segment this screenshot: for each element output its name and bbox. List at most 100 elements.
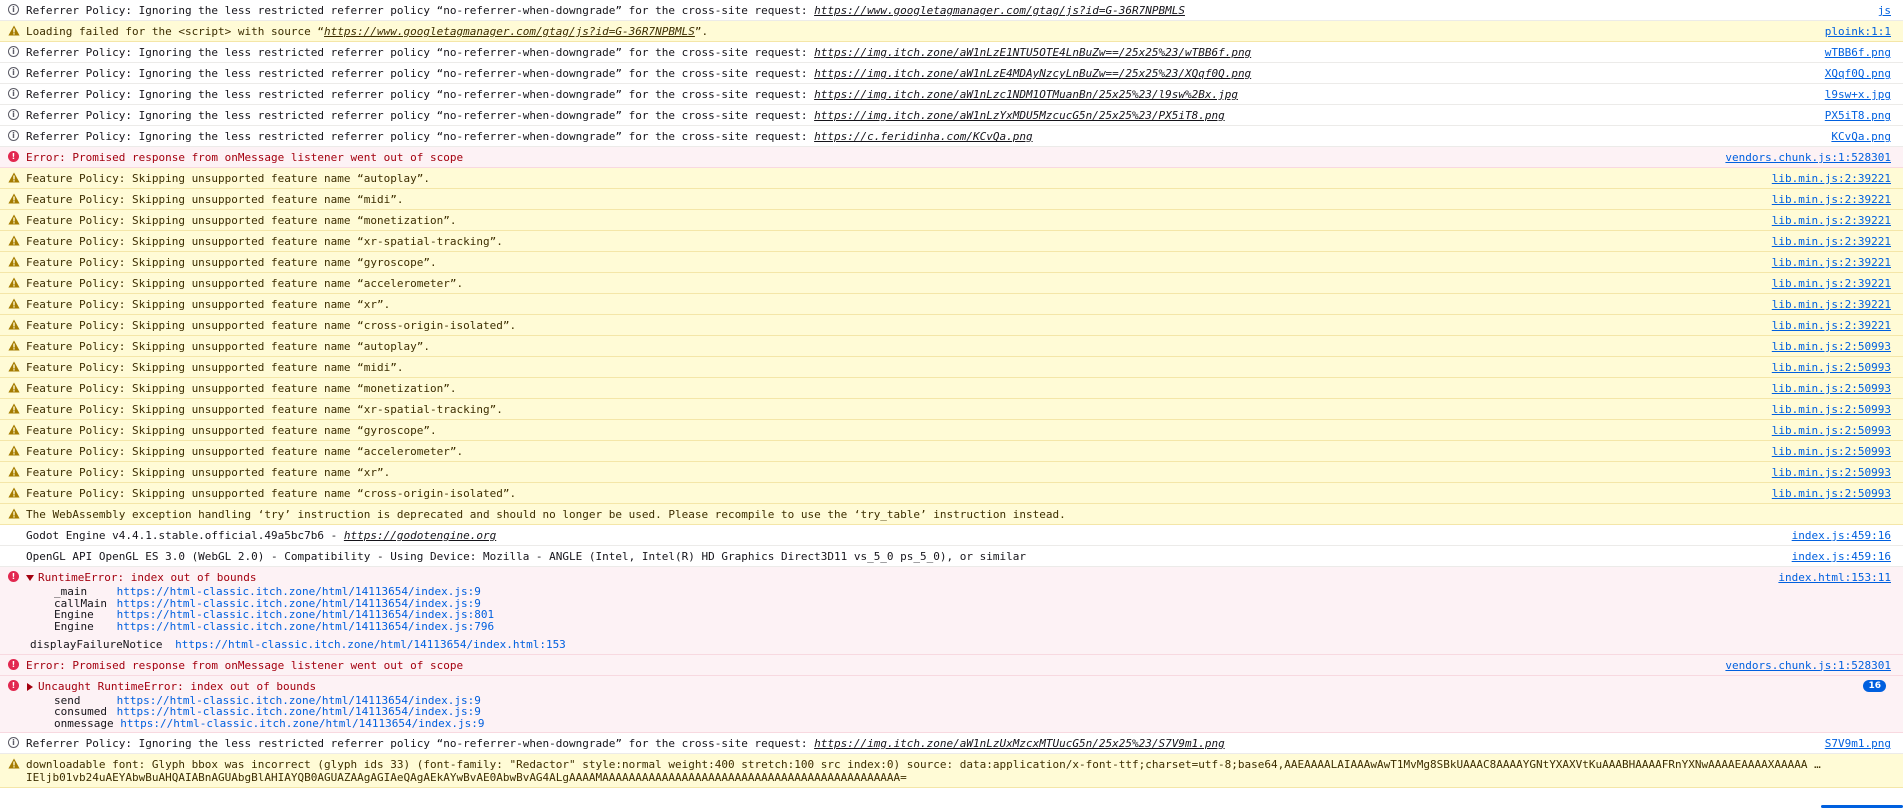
console-message-warn: Feature Policy: Skipping unsupported fea…: [0, 378, 1903, 399]
message-text: Feature Policy: Skipping unsupported fea…: [26, 487, 516, 500]
source-location-link[interactable]: lib.min.js:2:39221: [1765, 319, 1891, 332]
message-text: OpenGL API OpenGL ES 3.0 (WebGL 2.0) - C…: [26, 550, 1026, 563]
source-location-link[interactable]: lib.min.js:2:50993: [1765, 340, 1891, 353]
source-location-link[interactable]: lib.min.js:2:39221: [1765, 214, 1891, 227]
message-text: Feature Policy: Skipping unsupported fea…: [26, 298, 390, 311]
source-location-link[interactable]: index.html:153:11: [1772, 571, 1891, 584]
source-location-link[interactable]: lib.min.js:2:39221: [1765, 298, 1891, 311]
message-body: Feature Policy: Skipping unsupported fea…: [26, 340, 430, 353]
warning-icon: [8, 487, 20, 498]
console-message-info: i Referrer Policy: Ignoring the less rest…: [0, 126, 1903, 147]
source-location-link[interactable]: KCvQa.png: [1825, 130, 1891, 143]
console-message-warn: Feature Policy: Skipping unsupported fea…: [0, 399, 1903, 420]
source-location-link[interactable]: lib.min.js:2:50993: [1765, 466, 1891, 479]
source-location-link[interactable]: ploink:1:1: [1818, 25, 1891, 38]
source-location-link[interactable]: lib.min.js:2:50993: [1765, 424, 1891, 437]
console-message-info: i Referrer Policy: Ignoring the less rest…: [0, 733, 1903, 754]
message-body: Feature Policy: Skipping unsupported fea…: [26, 235, 503, 248]
source-location-link[interactable]: wTBB6f.png: [1819, 46, 1891, 59]
source-location-link[interactable]: lib.min.js:2:50993: [1765, 382, 1891, 395]
source-location-link[interactable]: lib.min.js:2:50993: [1765, 487, 1891, 500]
frame-function: consumed: [54, 705, 107, 718]
request-url-link[interactable]: https://www.googletagmanager.com/gtag/js…: [324, 25, 695, 38]
collapse-caret-icon[interactable]: [26, 575, 34, 581]
info-icon: i: [8, 4, 19, 15]
warning-icon: [8, 193, 20, 204]
message-text: The WebAssembly exception handling ‘try’…: [26, 508, 1066, 521]
source-location-link[interactable]: l9sw+x.jpg: [1819, 88, 1891, 101]
source-location-link[interactable]: lib.min.js:2:50993: [1765, 361, 1891, 374]
source-location-link[interactable]: index.js:459:16: [1786, 529, 1891, 542]
info-icon: i: [8, 67, 19, 78]
source-location-link[interactable]: vendors.chunk.js:1:528301: [1719, 658, 1891, 672]
console-message-warn: Feature Policy: Skipping unsupported fea…: [0, 168, 1903, 189]
source-location-link[interactable]: lib.min.js:2:39221: [1765, 193, 1891, 206]
console-message-log: OpenGL API OpenGL ES 3.0 (WebGL 2.0) - C…: [0, 546, 1903, 567]
message-body: Loading failed for the <script> with sou…: [26, 25, 325, 38]
message-body: Feature Policy: Skipping unsupported fea…: [26, 298, 391, 311]
source-location-link[interactable]: lib.min.js:2:39221: [1765, 235, 1891, 248]
source-location-link[interactable]: vendors.chunk.js:1:528301: [1719, 151, 1891, 164]
source-location-link[interactable]: PX5iT8.png: [1819, 109, 1891, 122]
message-text: Error: Promised response from onMessage …: [26, 151, 463, 164]
message-body: Feature Policy: Skipping unsupported fea…: [26, 445, 464, 458]
message-text: Referrer Policy: Ignoring the less restr…: [26, 88, 1238, 101]
message-body: Feature Policy: Skipping unsupported fea…: [26, 403, 503, 416]
frame-location-link[interactable]: https://html-classic.itch.zone/html/1411…: [120, 717, 484, 730]
error-icon: !: [8, 679, 19, 691]
console-message-info: i Referrer Policy: Ignoring the less rest…: [0, 84, 1903, 105]
request-url-link[interactable]: https://img.itch.zone/aW1nLzE1NTU5OTE4Ln…: [814, 46, 1251, 59]
source-location-link[interactable]: S7V9m1.png: [1819, 737, 1891, 750]
request-url-link[interactable]: https://img.itch.zone/aW1nLzUxMzcxMTUucG…: [814, 737, 1225, 750]
message-text: Referrer Policy: Ignoring the less restr…: [26, 109, 1225, 122]
warning-icon: [8, 235, 20, 246]
message-text: Feature Policy: Skipping unsupported fea…: [26, 403, 503, 416]
warning-icon: [8, 466, 20, 477]
request-url-link[interactable]: https://img.itch.zone/aW1nLzE4MDAyNzcyLn…: [814, 67, 1251, 80]
message-body: downloadable font: Glyph bbox was incorr…: [26, 758, 1821, 771]
message-body: Feature Policy: Skipping unsupported fea…: [26, 361, 404, 374]
warning-icon: [8, 403, 20, 414]
frame-function: displayFailureNotice: [30, 638, 163, 651]
console-message-warn: Feature Policy: Skipping unsupported fea…: [0, 357, 1903, 378]
message-text: Error: Promised response from onMessage …: [26, 659, 463, 672]
expand-caret-icon[interactable]: [27, 682, 33, 691]
source-location-link[interactable]: XQqf0Q.png: [1819, 67, 1891, 80]
source-location-link[interactable]: lib.min.js:2:39221: [1765, 256, 1891, 269]
message-text: Feature Policy: Skipping unsupported fea…: [26, 214, 456, 227]
info-icon: i: [8, 130, 19, 141]
error-icon: !: [8, 658, 19, 670]
request-url-link[interactable]: https://img.itch.zone/aW1nLzYxMDU5MzcucG…: [814, 109, 1225, 122]
message-text: Feature Policy: Skipping unsupported fea…: [26, 340, 430, 353]
frame-function: onmessage: [54, 716, 114, 730]
request-url-link[interactable]: https://img.itch.zone/aW1nLzc1NDM1OTMuan…: [814, 88, 1238, 101]
request-url-link[interactable]: https://www.googletagmanager.com/gtag/js…: [814, 4, 1185, 17]
repeat-count-badge: 16: [1863, 679, 1886, 692]
source-location-link[interactable]: lib.min.js:2:50993: [1765, 403, 1891, 416]
frame-location-link[interactable]: https://html-classic.itch.zone/html/1411…: [117, 620, 495, 633]
console-message-warn: Feature Policy: Skipping unsupported fea…: [0, 252, 1903, 273]
source-location-link[interactable]: index.js:459:16: [1786, 550, 1891, 563]
message-body: Error: Promised response from onMessage …: [26, 151, 464, 164]
frame-function: Engine: [54, 619, 94, 633]
message-body: RuntimeError: index out of bounds: [38, 571, 257, 584]
frame-location-link[interactable]: https://html-classic.itch.zone/html/1411…: [175, 638, 566, 651]
source-location-link[interactable]: lib.min.js:2:39221: [1765, 172, 1891, 185]
console-message-info: i Referrer Policy: Ignoring the less rest…: [0, 105, 1903, 126]
source-location-link[interactable]: lib.min.js:2:39221: [1765, 277, 1891, 290]
source-location-link[interactable]: js: [1872, 4, 1891, 17]
request-url-link[interactable]: https://c.feridinha.com/KCvQa.png: [814, 130, 1033, 143]
console-message-warn: Feature Policy: Skipping unsupported fea…: [0, 420, 1903, 441]
message-body: Referrer Policy: Ignoring the less restr…: [26, 130, 815, 143]
info-icon: i: [8, 88, 19, 99]
request-url-link[interactable]: https://godotengine.org: [344, 529, 496, 542]
message-text: Feature Policy: Skipping unsupported fea…: [26, 445, 463, 458]
source-location-link[interactable]: lib.min.js:2:50993: [1765, 445, 1891, 458]
message-text: Referrer Policy: Ignoring the less restr…: [26, 130, 1033, 143]
message-body: Feature Policy: Skipping unsupported fea…: [26, 214, 457, 227]
console-message-log: Godot Engine v4.4.1.stable.official.49a5…: [0, 525, 1903, 546]
console-message-info: i Referrer Policy: Ignoring the less rest…: [0, 63, 1903, 84]
console-message-error: ! RuntimeError: index out of bounds _main …: [0, 567, 1903, 655]
message-body: Referrer Policy: Ignoring the less restr…: [26, 109, 815, 122]
console-message-error: ! Error: Promised response from onMessage…: [0, 654, 1903, 676]
